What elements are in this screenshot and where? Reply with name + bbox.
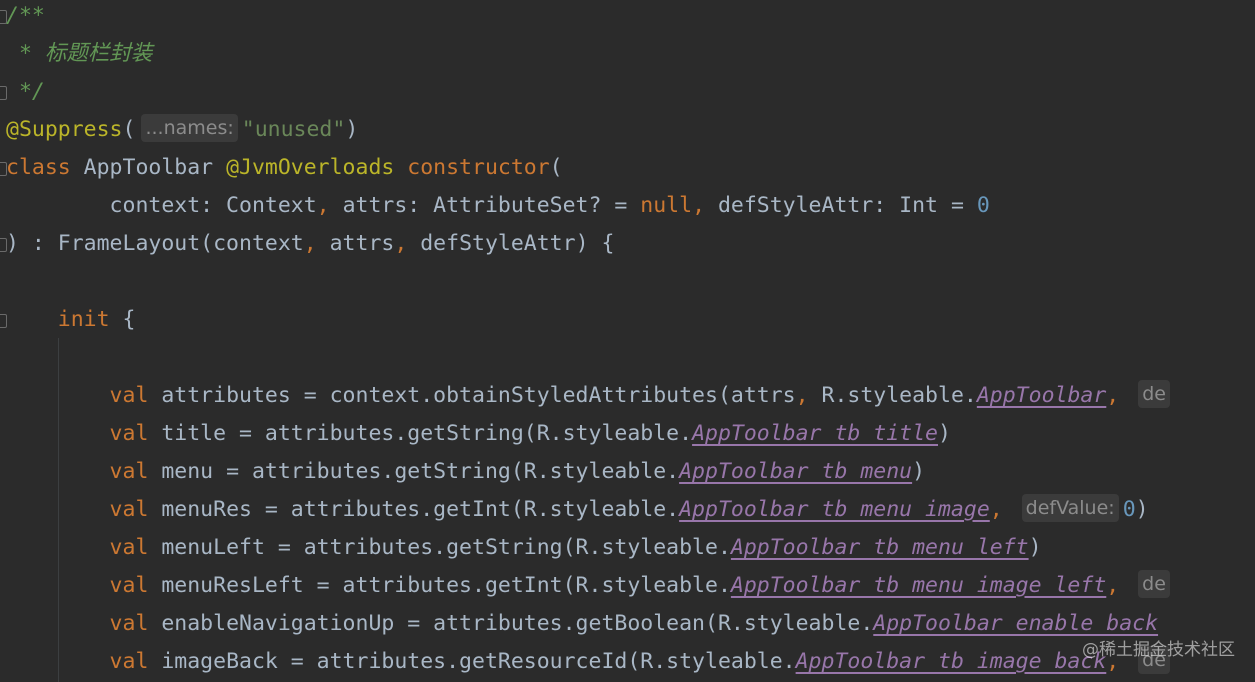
code-token: val [6,459,162,484]
code-token: defStyleAttr: Int = [717,193,977,218]
code-token: val [6,421,162,446]
code-token: ) [1135,497,1149,522]
code-token: attrs: AttributeSet? = [342,193,641,218]
code-line[interactable]: /** [6,0,45,35]
code-editor[interactable]: /** * 标题栏封装 */@Suppress(...names: "unused… [0,0,1255,682]
code-line[interactable]: init { [6,301,136,339]
code-line[interactable]: val enableNavigationUp = attributes.getB… [6,605,1159,643]
code-token: , [692,193,718,218]
code-token: AppToolbar_tb_menu [679,459,913,484]
code-token: , [1106,573,1133,598]
code-token: 0 [976,193,990,218]
code-token: enableNavigationUp = attributes.getBoole… [161,611,874,636]
code-line[interactable]: val menuLeft = attributes.getString(R.st… [6,529,1042,567]
code-line[interactable]: */ [6,73,45,111]
code-token: null [640,193,693,218]
code-line[interactable]: val attributes = context.obtainStyledAtt… [6,377,1174,415]
code-token: attrs [329,231,395,256]
code-token: val [6,611,162,636]
code-token: AppToolbar_tb_image_back [795,649,1107,674]
code-line[interactable]: context: Context, attrs: AttributeSet? =… [6,187,990,225]
code-token: AppToolbar [83,155,227,180]
code-token: val [6,497,162,522]
code-line[interactable]: @Suppress(...names: "unused") [6,111,358,149]
code-token: , [394,231,421,256]
code-line[interactable]: val imageBack = attributes.getResourceId… [6,643,1174,681]
code-token: menuResLeft = attributes.getInt(R.stylea… [161,573,731,598]
code-token: ) [1028,535,1042,560]
code-token: * 标题栏封装 [6,41,153,66]
code-token: , [989,497,1016,522]
code-line[interactable]: val menuRes = attributes.getInt(R.stylea… [6,491,1149,529]
code-line[interactable]: val title = attributes.getString(R.style… [6,415,951,453]
code-line[interactable]: * 标题栏封装 [6,35,152,73]
code-token: menuLeft = attributes.getString(R.stylea… [161,535,731,560]
code-token: title = attributes.getString(R.styleable… [161,421,693,446]
code-token: AppToolbar_tb_menu_image [679,497,990,522]
code-token: menu = attributes.getString(R.styleable. [161,459,680,484]
parameter-hint: de [1138,570,1170,598]
code-line[interactable]: class AppToolbar @JvmOverloads construct… [6,149,563,187]
code-token: val [6,649,162,674]
code-token: 0 [1122,497,1136,522]
code-token: ) [938,421,951,446]
code-token: constructor [407,155,550,180]
code-token: val [6,535,162,560]
code-token: R.styleable. [821,383,977,408]
code-token: "unused" [241,117,346,142]
watermark: @稀土掘金技术社区 [1082,640,1235,660]
code-token: AppToolbar [976,383,1107,408]
code-line[interactable]: ) : FrameLayout(context, attrs, defStyle… [6,225,614,263]
code-token: @JvmOverloads [226,155,408,180]
code-token: context: Context [6,193,317,218]
code-token: imageBack = attributes.getResourceId(R.s… [161,649,796,674]
code-token: defStyleAttr) { [420,231,615,256]
code-token: AppToolbar_tb_menu_left [730,535,1029,560]
code-token: class [6,155,84,180]
code-token: AppToolbar_tb_menu_image_left [730,573,1107,598]
parameter-hint: ...names: [141,114,238,142]
parameter-hint: defValue: [1021,494,1119,522]
code-token: ( [549,155,563,180]
code-token: AppToolbar_enable_back [873,611,1159,636]
parameter-hint: de [1138,380,1170,408]
code-token: AppToolbar_tb_title [692,421,939,446]
code-token: , [316,193,343,218]
code-token: menuRes = attributes.getInt(R.styleable. [161,497,680,522]
code-token: ) [912,459,926,484]
code-token: val [6,383,162,408]
code-token: , [795,383,822,408]
code-token: /** [6,3,45,28]
code-token: ) : FrameLayout(context [6,231,304,256]
code-token: { [122,307,136,332]
code-token: , [303,231,330,256]
code-token: attributes = context.obtainStyledAttribu… [161,383,796,408]
code-token: , [1106,383,1133,408]
code-token: ( [122,117,136,142]
code-line[interactable]: val menu = attributes.getString(R.stylea… [6,453,926,491]
code-token: ) [345,117,359,142]
code-token: */ [6,79,45,104]
code-token: @Suppress [6,117,123,142]
code-token: val [6,573,162,598]
code-line[interactable]: val menuResLeft = attributes.getInt(R.st… [6,567,1174,605]
code-token: init [6,307,123,332]
